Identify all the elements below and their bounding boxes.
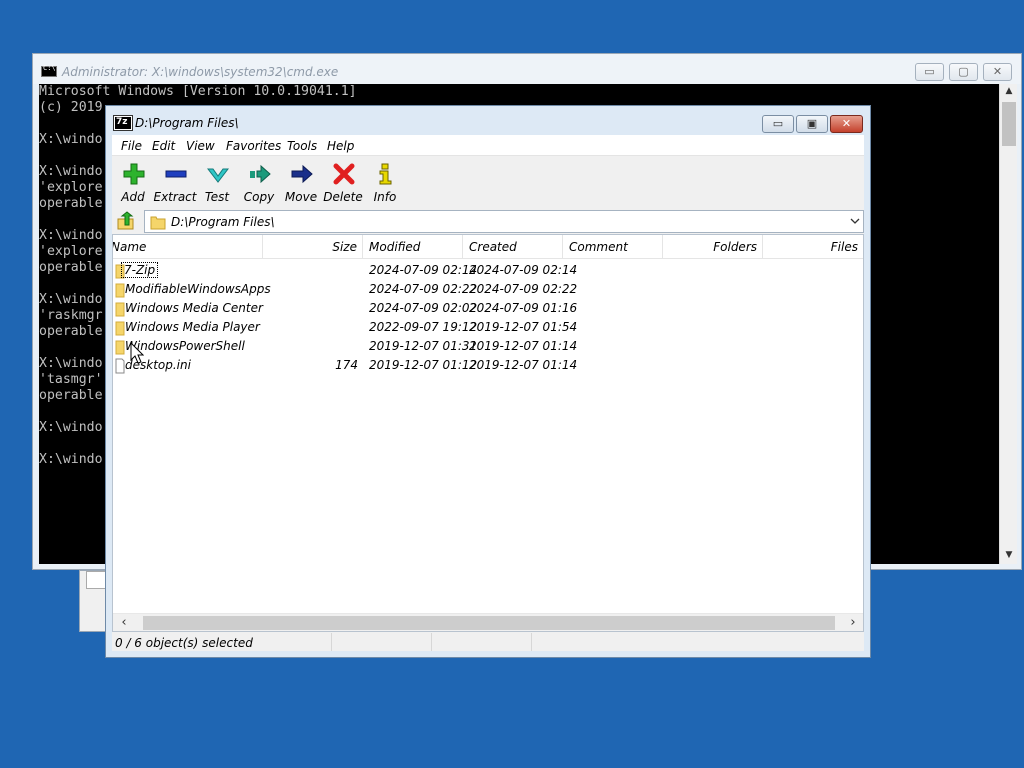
chevron-down-icon[interactable]	[849, 214, 861, 228]
scroll-right-icon[interactable]: ›	[844, 615, 862, 630]
scroll-left-icon[interactable]: ‹	[115, 615, 133, 630]
x-icon	[333, 163, 355, 185]
file-modified: 2019-12-07 01:12	[369, 358, 478, 372]
file-name: ModifiableWindowsApps	[125, 282, 271, 296]
close-icon: ✕	[841, 117, 852, 130]
file-modified: 2024-07-09 02:02	[369, 301, 478, 315]
7zip-app-icon: 7z	[113, 115, 133, 131]
folder-icon	[115, 283, 125, 298]
column-header-folders[interactable]: Folders	[663, 235, 763, 259]
file-size: 174	[335, 358, 358, 372]
menu-help[interactable]: Help	[327, 139, 354, 153]
horizontal-scrollbar[interactable]: ‹ ›	[113, 613, 863, 631]
column-header-row: Name Size Modified Created Comment Folde…	[113, 235, 863, 259]
address-input[interactable]: D:\Program Files\	[144, 210, 864, 233]
maximize-icon: ▣	[806, 117, 818, 130]
cmd-scroll-thumb[interactable]	[1002, 102, 1016, 146]
file-modified: 2019-12-07 01:31	[369, 339, 478, 353]
file-created: 2024-07-09 01:16	[469, 301, 578, 315]
horizontal-scroll-thumb[interactable]	[143, 616, 835, 630]
menu-view[interactable]: View	[186, 139, 215, 153]
column-header-size[interactable]: Size	[263, 235, 363, 259]
file-created: 2024-07-09 02:22	[469, 282, 578, 296]
cmd-maximize-button[interactable]: ▢	[949, 63, 978, 81]
scroll-up-icon[interactable]: ▲	[1000, 86, 1018, 96]
window-title: D:\Program Files\	[135, 116, 239, 130]
toolbar: Add Extract Test Copy Move Delete Info	[112, 157, 864, 209]
file-created: 2019-12-07 01:14	[469, 358, 578, 372]
file-name: Windows Media Player	[125, 320, 260, 334]
maximize-icon: ▢	[958, 65, 969, 78]
copy-arrow-icon	[250, 164, 271, 184]
up-folder-icon	[117, 211, 134, 230]
file-icon	[115, 358, 125, 374]
cmd-minimize-button[interactable]: ▭	[915, 63, 944, 81]
7zip-client-area: File Edit View Favorites Tools Help Add …	[112, 135, 864, 651]
scroll-down-icon[interactable]: ▼	[1000, 550, 1018, 560]
address-path: D:\Program Files\	[171, 215, 275, 229]
status-pane-packed	[432, 633, 532, 651]
table-row[interactable]: desktop.ini 174 2019-12-07 01:12 2019-12…	[113, 356, 863, 375]
file-list[interactable]: Name Size Modified Created Comment Folde…	[112, 234, 864, 632]
menu-edit[interactable]: Edit	[152, 139, 175, 153]
table-row[interactable]: WindowsPowerShell 2019-12-07 01:31 2019-…	[113, 337, 863, 356]
cmd-title: Administrator: X:\windows\system32\cmd.e…	[62, 65, 339, 79]
file-rows: 7-Zip 2024-07-09 02:14 2024-07-09 02:14 …	[113, 261, 863, 375]
menu-bar: File Edit View Favorites Tools Help	[112, 135, 864, 156]
7zip-window[interactable]: 7z D:\Program Files\ ▭ ▣ ✕ File Edit Vie…	[105, 105, 871, 658]
column-header-files[interactable]: Files	[763, 235, 863, 259]
table-row[interactable]: ModifiableWindowsApps 2024-07-09 02:22 2…	[113, 280, 863, 299]
cmd-titlebar[interactable]: Administrator: X:\windows\system32\cmd.e…	[33, 54, 1021, 84]
table-row[interactable]: Windows Media Center 2024-07-09 02:02 20…	[113, 299, 863, 318]
folder-icon	[115, 340, 125, 355]
menu-file[interactable]: File	[121, 139, 142, 153]
maximize-button[interactable]: ▣	[796, 115, 828, 133]
status-text: 0 / 6 object(s) selected	[115, 636, 253, 650]
move-arrow-icon	[291, 164, 313, 184]
up-folder-button[interactable]	[116, 211, 136, 231]
menu-favorites[interactable]: Favorites	[226, 139, 281, 153]
file-name: 7-Zip	[120, 262, 159, 278]
folder-icon	[150, 216, 166, 230]
file-modified: 2024-07-09 02:14	[369, 263, 478, 277]
cmd-close-button[interactable]: ✕	[983, 63, 1012, 81]
minus-icon	[165, 170, 187, 178]
cmd-vertical-scrollbar[interactable]: ▲ ▼	[999, 84, 1017, 564]
info-button[interactable]: Info	[364, 160, 406, 206]
status-bar: 0 / 6 object(s) selected	[112, 633, 864, 651]
plus-icon	[123, 163, 145, 185]
address-bar: D:\Program Files\	[112, 209, 864, 233]
status-pane-size	[332, 633, 432, 651]
info-label: Info	[373, 190, 397, 204]
column-header-modified[interactable]: Modified	[363, 235, 463, 259]
check-icon	[207, 168, 229, 183]
column-header-created[interactable]: Created	[463, 235, 563, 259]
cmd-icon	[41, 64, 57, 77]
file-created: 2019-12-07 01:54	[469, 320, 578, 334]
mouse-cursor-icon	[130, 342, 144, 364]
file-modified: 2022-09-07 19:12	[369, 320, 478, 334]
column-header-comment[interactable]: Comment	[563, 235, 663, 259]
minimize-icon: ▭	[924, 65, 935, 78]
file-modified: 2024-07-09 02:22	[369, 282, 478, 296]
status-pane-selection: 0 / 6 object(s) selected	[112, 633, 332, 651]
menu-tools[interactable]: Tools	[287, 139, 317, 153]
close-icon: ✕	[992, 65, 1003, 78]
file-name: Windows Media Center	[125, 301, 263, 315]
minimize-button[interactable]: ▭	[762, 115, 794, 133]
info-icon	[379, 163, 392, 185]
file-created: 2019-12-07 01:14	[469, 339, 578, 353]
file-created: 2024-07-09 02:14	[469, 263, 578, 277]
table-row[interactable]: Windows Media Player 2022-09-07 19:12 20…	[113, 318, 863, 337]
minimize-icon: ▭	[772, 117, 784, 130]
table-row[interactable]: 7-Zip 2024-07-09 02:14 2024-07-09 02:14	[113, 261, 863, 280]
status-pane-info	[532, 633, 864, 651]
folder-icon	[115, 321, 125, 336]
folder-icon	[115, 302, 125, 317]
close-button[interactable]: ✕	[830, 115, 863, 133]
column-header-name[interactable]: Name	[113, 235, 263, 259]
